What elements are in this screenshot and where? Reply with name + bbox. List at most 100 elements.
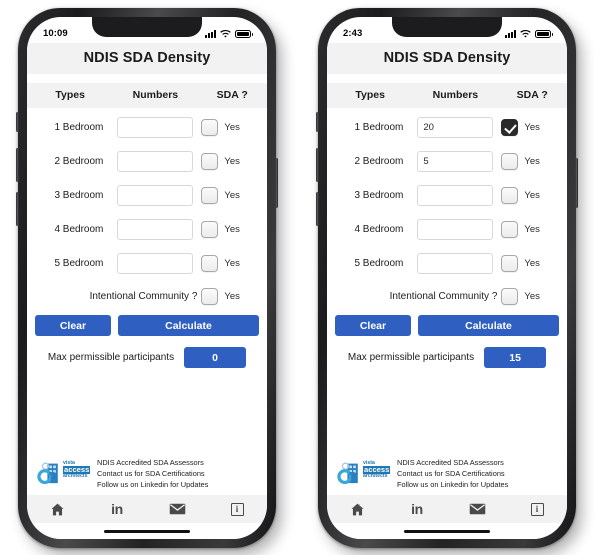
- clear-button[interactable]: Clear: [35, 315, 111, 336]
- row-type-label: 3 Bedroom: [54, 189, 104, 201]
- phone-left: 10:09 NDIS SDA Density Types Numbers SDA…: [16, 8, 278, 548]
- row-number-cell: [113, 218, 197, 240]
- table-header-row: Types Numbers SDA ?: [27, 83, 267, 108]
- table-row: 3 Bedroom Yes: [27, 178, 267, 212]
- vista-access-architects-logo: vista access architects: [337, 459, 391, 489]
- power-button[interactable]: [275, 158, 278, 208]
- row-sda-cell: Yes: [497, 186, 567, 204]
- nav-linkedin-button[interactable]: in: [387, 501, 447, 517]
- number-input[interactable]: [117, 150, 194, 172]
- volume-up-button[interactable]: [316, 148, 319, 182]
- app-title: NDIS SDA Density: [327, 43, 567, 74]
- action-buttons: Clear Calculate: [27, 313, 267, 336]
- mail-icon: [169, 503, 186, 515]
- row-sda-cell: Yes: [197, 186, 267, 204]
- linkedin-icon: in: [411, 501, 423, 517]
- phone-screen: 2:43 NDIS SDA Density Types Numbers SDA …: [327, 17, 567, 539]
- yes-label: Yes: [224, 189, 240, 201]
- calculate-button[interactable]: Calculate: [417, 315, 559, 336]
- row-type-label: 5 Bedroom: [354, 257, 404, 269]
- content-spacer: [27, 368, 267, 459]
- intentional-community-checkbox[interactable]: [501, 288, 519, 305]
- row-number-cell: [413, 150, 497, 172]
- row-type-label: 1 Bedroom: [354, 121, 404, 133]
- row-number-cell: [113, 150, 197, 172]
- row-type-label: 4 Bedroom: [354, 223, 404, 235]
- sda-checkbox[interactable]: [501, 220, 519, 238]
- clear-button[interactable]: Clear: [335, 315, 411, 336]
- row-type-label: 3 Bedroom: [354, 189, 404, 201]
- row-type-label: 1 Bedroom: [54, 121, 104, 133]
- yes-label: Yes: [224, 257, 240, 269]
- home-indicator[interactable]: [104, 529, 190, 533]
- number-input[interactable]: [417, 218, 494, 240]
- logo-line-3: architects: [63, 473, 88, 480]
- sda-checkbox[interactable]: [201, 118, 219, 136]
- calculate-button[interactable]: Calculate: [117, 315, 259, 336]
- nav-home-button[interactable]: [327, 502, 387, 517]
- vista-access-architects-logo: vista access architects: [37, 459, 91, 489]
- yes-label: Yes: [224, 121, 240, 133]
- home-indicator[interactable]: [404, 529, 490, 533]
- sda-checkbox[interactable]: [501, 254, 519, 272]
- sda-checkbox[interactable]: [201, 152, 219, 170]
- home-icon: [350, 502, 365, 517]
- result-row: Max permissible participants 0: [27, 336, 267, 368]
- power-button[interactable]: [575, 158, 578, 208]
- col-header-types: Types: [55, 89, 85, 101]
- volume-down-button[interactable]: [316, 192, 319, 226]
- wifi-icon: [220, 29, 231, 38]
- row-number-cell: [113, 252, 197, 274]
- volume-up-button[interactable]: [16, 148, 19, 182]
- sda-checkbox[interactable]: [501, 152, 519, 170]
- app-title: NDIS SDA Density: [27, 43, 267, 74]
- number-input[interactable]: [117, 184, 194, 206]
- col-header-types: Types: [355, 89, 385, 101]
- row-type-label: 2 Bedroom: [54, 155, 104, 167]
- table-row: 1 Bedroom Yes: [27, 110, 267, 144]
- signal-icon: [505, 29, 516, 38]
- bedroom-rows: 1 Bedroom Yes 2 Bedroom Yes 3 Bedroom: [27, 108, 267, 280]
- number-input[interactable]: [117, 116, 194, 138]
- number-input[interactable]: [417, 252, 494, 274]
- row-sda-cell: Yes: [197, 254, 267, 272]
- intentional-community-row: Intentional Community ? Yes: [327, 280, 567, 313]
- nav-linkedin-button[interactable]: in: [87, 501, 147, 517]
- row-number-cell: [413, 184, 497, 206]
- number-input[interactable]: [117, 252, 194, 274]
- logo-line-3: architects: [363, 473, 388, 480]
- info-icon: i: [230, 502, 244, 516]
- result-row: Max permissible participants 15: [327, 336, 567, 368]
- sda-checkbox[interactable]: [201, 186, 219, 204]
- nav-info-button[interactable]: i: [207, 502, 267, 516]
- info-icon: i: [530, 502, 544, 516]
- volume-down-button[interactable]: [16, 192, 19, 226]
- intentional-community-control: Yes: [197, 288, 267, 305]
- result-label: Max permissible participants: [47, 352, 175, 363]
- table-row: 4 Bedroom Yes: [27, 212, 267, 246]
- footer-text: NDIS Accredited SDA Assessors Contact us…: [97, 458, 208, 490]
- silent-switch[interactable]: [316, 112, 319, 132]
- sda-checkbox[interactable]: [501, 186, 519, 204]
- yes-label: Yes: [224, 155, 240, 167]
- sda-checkbox[interactable]: [201, 220, 219, 238]
- footer-info: vista access architects NDIS Accredited …: [27, 458, 267, 495]
- number-input[interactable]: [417, 150, 494, 172]
- sda-checkbox[interactable]: [201, 254, 219, 272]
- wifi-icon: [520, 29, 531, 38]
- row-type-label: 2 Bedroom: [354, 155, 404, 167]
- result-label: Max permissible participants: [347, 352, 475, 363]
- sda-checkbox[interactable]: [501, 118, 519, 136]
- number-input[interactable]: [417, 184, 494, 206]
- intentional-community-checkbox[interactable]: [201, 288, 219, 305]
- home-indicator-area: [327, 523, 567, 539]
- nav-info-button[interactable]: i: [507, 502, 567, 516]
- number-input[interactable]: [117, 218, 194, 240]
- nav-home-button[interactable]: [27, 502, 87, 517]
- silent-switch[interactable]: [16, 112, 19, 132]
- footer-line: Contact us for SDA Certifications: [397, 469, 505, 479]
- battery-icon: [235, 29, 253, 38]
- nav-mail-button[interactable]: [447, 503, 507, 515]
- nav-mail-button[interactable]: [147, 503, 207, 515]
- number-input[interactable]: [417, 116, 494, 138]
